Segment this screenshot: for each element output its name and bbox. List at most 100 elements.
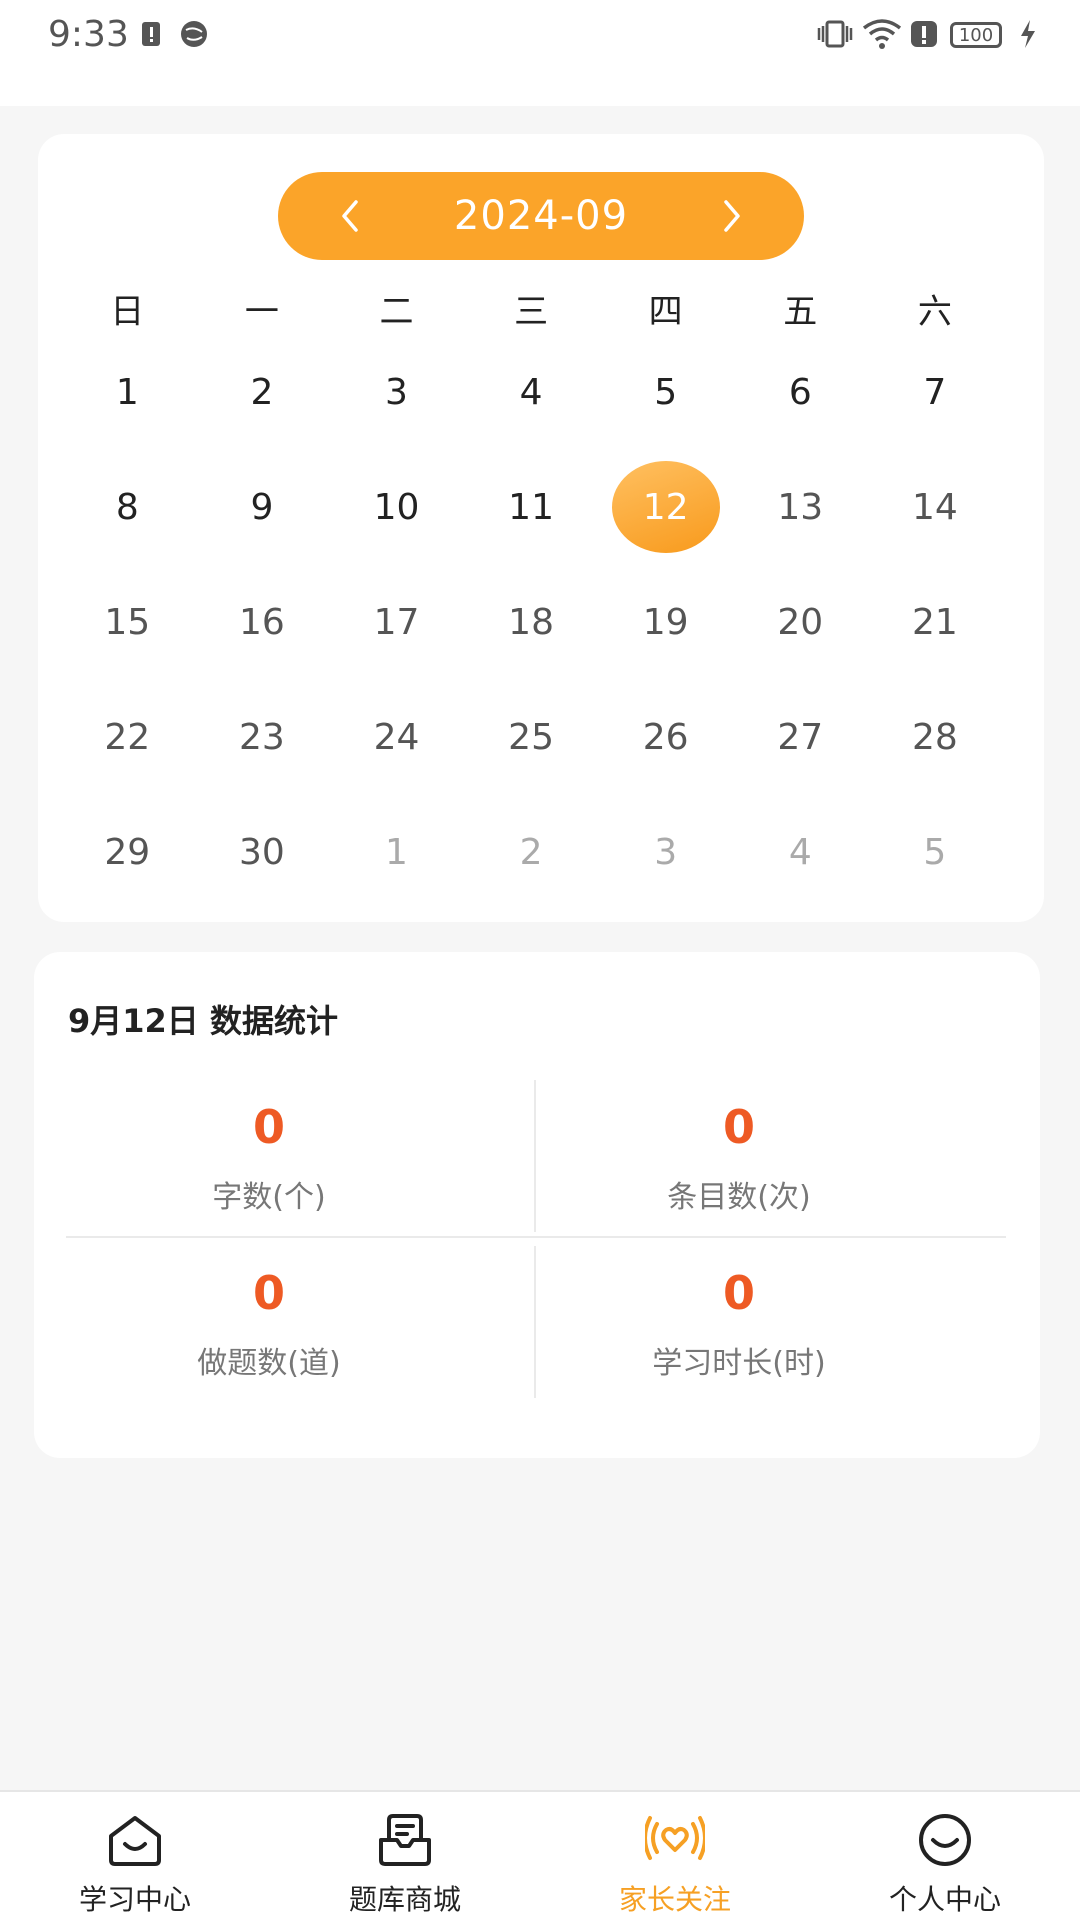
calendar-day[interactable]: 15 [60, 576, 195, 668]
calendar-day[interactable]: 29 [60, 806, 195, 898]
calendar-day[interactable]: 22 [60, 691, 195, 783]
calendar-day[interactable]: 28 [868, 691, 1003, 783]
calendar-day[interactable]: 1 [60, 346, 195, 438]
calendar-day[interactable]: 2 [195, 346, 330, 438]
calendar-day[interactable]: 18 [464, 576, 599, 668]
calendar-day-next-month[interactable]: 3 [598, 806, 733, 898]
stats-card: 9月12日 数据统计 0 字数(个) 0 条目数(次) 0 做题数(道) 0 学… [34, 952, 1040, 1458]
tab-parent-focus[interactable]: 家长关注 [540, 1792, 810, 1922]
day-number: 30 [238, 831, 285, 873]
day-number: 23 [238, 716, 285, 758]
calendar-day[interactable]: 19 [598, 576, 733, 668]
divider-horizontal [66, 1236, 1006, 1238]
battery-icon: 100 [950, 22, 1002, 48]
weekday-thu: 四 [648, 292, 683, 332]
day-number: 29 [104, 831, 151, 873]
calendar-day[interactable]: 24 [329, 691, 464, 783]
tab-question-bank[interactable]: 题库商城 [270, 1792, 540, 1922]
calendar-day[interactable]: 8 [60, 461, 195, 553]
stat-value: 0 [722, 1100, 755, 1154]
calendar-day[interactable]: 17 [329, 576, 464, 668]
stat-value: 0 [722, 1266, 755, 1320]
calendar-day[interactable]: 10 [329, 461, 464, 553]
stat-word-count: 0 字数(个) [34, 1100, 504, 1216]
weekday-wed: 三 [514, 292, 549, 332]
divider-vertical [534, 1246, 536, 1398]
day-number: 12 [642, 486, 689, 528]
wifi-icon [862, 19, 902, 49]
calendar-day[interactable]: 27 [733, 691, 868, 783]
day-number: 28 [911, 716, 958, 758]
parent-heart-signal-icon [645, 1816, 705, 1860]
calendar-day[interactable]: 16 [195, 576, 330, 668]
tab-label: 学习中心 [78, 1883, 191, 1916]
calendar-day-next-month[interactable]: 5 [868, 806, 1003, 898]
status-bar: 9:33 100 [0, 0, 1080, 106]
calendar-week-row: 22 23 24 25 26 27 28 [60, 691, 1020, 783]
tab-label: 个人中心 [888, 1883, 1001, 1916]
day-number: 3 [385, 371, 408, 413]
question-bank-tray-icon [379, 1814, 431, 1866]
calendar-day[interactable]: 11 [464, 461, 599, 553]
day-number: 11 [508, 486, 554, 528]
calendar-day[interactable]: 26 [598, 691, 733, 783]
calendar-day[interactable]: 30 [195, 806, 330, 898]
next-month-button[interactable] [692, 172, 772, 260]
stat-question-count: 0 做题数(道) [34, 1266, 504, 1382]
smile-face-icon [919, 1814, 971, 1866]
calendar-day-next-month[interactable]: 2 [464, 806, 599, 898]
day-number: 27 [777, 716, 824, 758]
stat-label: 学习时长(时) [652, 1346, 826, 1381]
day-number: 20 [777, 601, 824, 643]
day-number: 2 [519, 831, 543, 873]
calendar-day[interactable]: 6 [733, 346, 868, 438]
tab-label: 题库商城 [348, 1883, 461, 1916]
day-number: 26 [642, 716, 689, 758]
calendar-day-next-month[interactable]: 1 [329, 806, 464, 898]
calendar-day[interactable]: 4 [464, 346, 599, 438]
sim-alert-icon [142, 22, 160, 46]
day-number: 1 [115, 371, 139, 413]
weekday-mon: 一 [244, 292, 279, 332]
day-number: 14 [911, 486, 958, 528]
calendar-day[interactable]: 21 [868, 576, 1003, 668]
tab-personal-center[interactable]: 个人中心 [810, 1792, 1080, 1922]
weekday-fri: 五 [783, 292, 818, 332]
calendar-day[interactable]: 3 [329, 346, 464, 438]
vibrate-icon [817, 20, 853, 48]
day-number: 5 [923, 831, 947, 873]
day-number: 4 [519, 371, 543, 413]
calendar-week-row: 1 2 3 4 5 6 7 [60, 346, 1020, 438]
battery-level: 100 [958, 24, 994, 46]
day-number: 18 [508, 601, 554, 643]
weekday-tue: 二 [379, 292, 414, 332]
day-number: 4 [788, 831, 812, 873]
weekday-sat: 六 [917, 292, 952, 332]
day-number: 3 [654, 831, 678, 873]
day-number: 24 [373, 716, 420, 758]
study-house-icon [109, 1816, 161, 1866]
chevron-right-icon [724, 200, 740, 232]
day-number: 8 [115, 486, 139, 528]
stats-title: 9月12日 数据统计 [68, 1002, 338, 1040]
calendar-day-next-month[interactable]: 4 [733, 806, 868, 898]
calendar-day[interactable]: 23 [195, 691, 330, 783]
calendar-week-row: 8 9 10 11 12 13 14 [60, 461, 1020, 553]
calendar-day[interactable]: 7 [868, 346, 1003, 438]
day-number: 15 [104, 601, 151, 643]
stat-label: 字数(个) [212, 1180, 326, 1215]
day-number: 10 [373, 486, 420, 528]
day-number: 16 [238, 601, 285, 643]
calendar-day-selected[interactable]: 12 [598, 461, 733, 553]
calendar-day[interactable]: 13 [733, 461, 868, 553]
tab-study-center[interactable]: 学习中心 [0, 1792, 270, 1922]
calendar-day[interactable]: 25 [464, 691, 599, 783]
day-number: 5 [654, 371, 678, 413]
calendar-day[interactable]: 20 [733, 576, 868, 668]
calendar-day[interactable]: 9 [195, 461, 330, 553]
day-number: 21 [911, 601, 958, 643]
day-number: 9 [250, 486, 274, 528]
calendar-card: 2024-09 日 一 二 三 四 五 六 1 2 3 4 5 6 7 8 9 … [38, 134, 1044, 922]
calendar-day[interactable]: 5 [598, 346, 733, 438]
calendar-day[interactable]: 14 [868, 461, 1003, 553]
